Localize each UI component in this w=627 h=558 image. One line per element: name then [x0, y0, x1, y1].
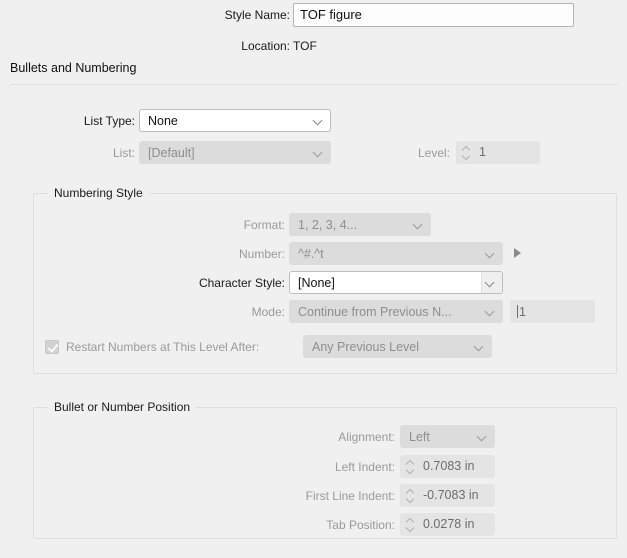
first-line-indent-label-row: First Line Indent: — [260, 485, 395, 507]
number-label-row: Number: — [170, 243, 285, 265]
style-name-label-row: Style Name: — [205, 4, 290, 26]
chevron-down-icon — [486, 278, 495, 287]
chevron-down-icon — [475, 342, 484, 351]
stepper-arrows-icon[interactable] — [405, 517, 418, 533]
number-insert-special-character-arrow-icon[interactable] — [512, 246, 524, 260]
chevron-down-icon — [486, 307, 495, 316]
list-label: List: — [113, 142, 135, 164]
level-label: Level: — [418, 142, 450, 164]
chevron-down-icon — [314, 116, 323, 125]
mode-start-number-value: 1 — [519, 305, 526, 319]
number-dropdown[interactable]: ^#.^t — [289, 242, 503, 265]
character-style-label: Character Style: — [199, 272, 285, 294]
mode-dropdown[interactable]: Continue from Previous N... — [289, 300, 503, 323]
character-style-dropdown[interactable]: [None] — [289, 271, 503, 294]
chevron-down-icon — [478, 432, 487, 441]
chevron-down-icon — [314, 148, 323, 157]
level-stepper[interactable]: 1 — [456, 141, 540, 164]
mode-value: Continue from Previous N... — [298, 305, 452, 319]
restart-numbers-row[interactable]: Restart Numbers at This Level After: — [45, 336, 259, 358]
character-style-label-row: Character Style: — [170, 272, 285, 294]
text-cursor — [517, 305, 518, 318]
list-label-row: List: — [40, 142, 135, 164]
restart-numbers-label: Restart Numbers at This Level After: — [66, 336, 259, 358]
tab-position-label: Tab Position: — [326, 514, 395, 536]
left-indent-value: 0.7083 in — [423, 456, 474, 477]
first-line-indent-label: First Line Indent: — [306, 485, 395, 507]
chevron-down-icon — [486, 249, 495, 258]
number-value: ^#.^t — [298, 247, 324, 261]
left-indent-stepper[interactable]: 0.7083 in — [400, 455, 495, 478]
left-indent-label: Left Indent: — [335, 456, 395, 478]
level-label-row: Level: — [395, 142, 450, 164]
list-type-label-row: List Type: — [40, 110, 135, 132]
format-value: 1, 2, 3, 4... — [298, 218, 357, 232]
alignment-label-row: Alignment: — [270, 426, 395, 448]
format-label-row: Format: — [170, 214, 285, 236]
header-divider — [10, 84, 617, 85]
character-style-value: [None] — [298, 276, 335, 290]
stepper-arrows-icon[interactable] — [405, 459, 418, 475]
tab-position-stepper[interactable]: 0.0278 in — [400, 513, 495, 536]
restart-numbers-after-dropdown[interactable]: Any Previous Level — [303, 335, 492, 358]
first-line-indent-value: -0.7083 in — [423, 485, 479, 506]
numbering-style-group-title: Numbering Style — [48, 186, 149, 200]
list-type-dropdown[interactable]: None — [139, 109, 331, 132]
format-label: Format: — [244, 214, 285, 236]
alignment-value: Left — [409, 430, 430, 444]
alignment-label: Alignment: — [338, 426, 395, 448]
bullet-position-group-title: Bullet or Number Position — [48, 400, 196, 414]
list-dropdown[interactable]: [Default] — [139, 141, 331, 164]
bullets-and-numbering-panel: Style Name: TOF figure Location: TOF Bul… — [0, 0, 627, 558]
mode-label-row: Mode: — [170, 301, 285, 323]
tab-position-label-row: Tab Position: — [270, 514, 395, 536]
mode-label: Mode: — [252, 301, 285, 323]
stepper-arrows-icon[interactable] — [405, 488, 418, 504]
location-value: TOF — [293, 35, 317, 57]
tab-position-value: 0.0278 in — [423, 514, 474, 535]
mode-start-number-input[interactable]: 1 — [510, 300, 595, 323]
first-line-indent-stepper[interactable]: -0.7083 in — [400, 484, 495, 507]
page-title: Bullets and Numbering — [10, 61, 136, 75]
number-label: Number: — [239, 243, 285, 265]
location-label: Location: — [241, 35, 290, 57]
restart-numbers-checkbox[interactable] — [45, 340, 59, 354]
alignment-dropdown[interactable]: Left — [400, 425, 495, 448]
location-label-row: Location: — [205, 35, 290, 57]
list-type-value: None — [148, 114, 178, 128]
stepper-arrows-icon[interactable] — [461, 145, 474, 161]
format-dropdown[interactable]: 1, 2, 3, 4... — [289, 213, 431, 236]
style-name-input[interactable]: TOF figure — [293, 3, 574, 27]
restart-numbers-after-value: Any Previous Level — [312, 340, 419, 354]
list-value: [Default] — [148, 146, 195, 160]
style-name-label: Style Name: — [225, 4, 290, 26]
chevron-down-icon — [414, 220, 423, 229]
left-indent-label-row: Left Indent: — [270, 456, 395, 478]
level-value: 1 — [479, 142, 486, 163]
list-type-label: List Type: — [84, 110, 135, 132]
location-value-row: TOF — [293, 35, 317, 57]
